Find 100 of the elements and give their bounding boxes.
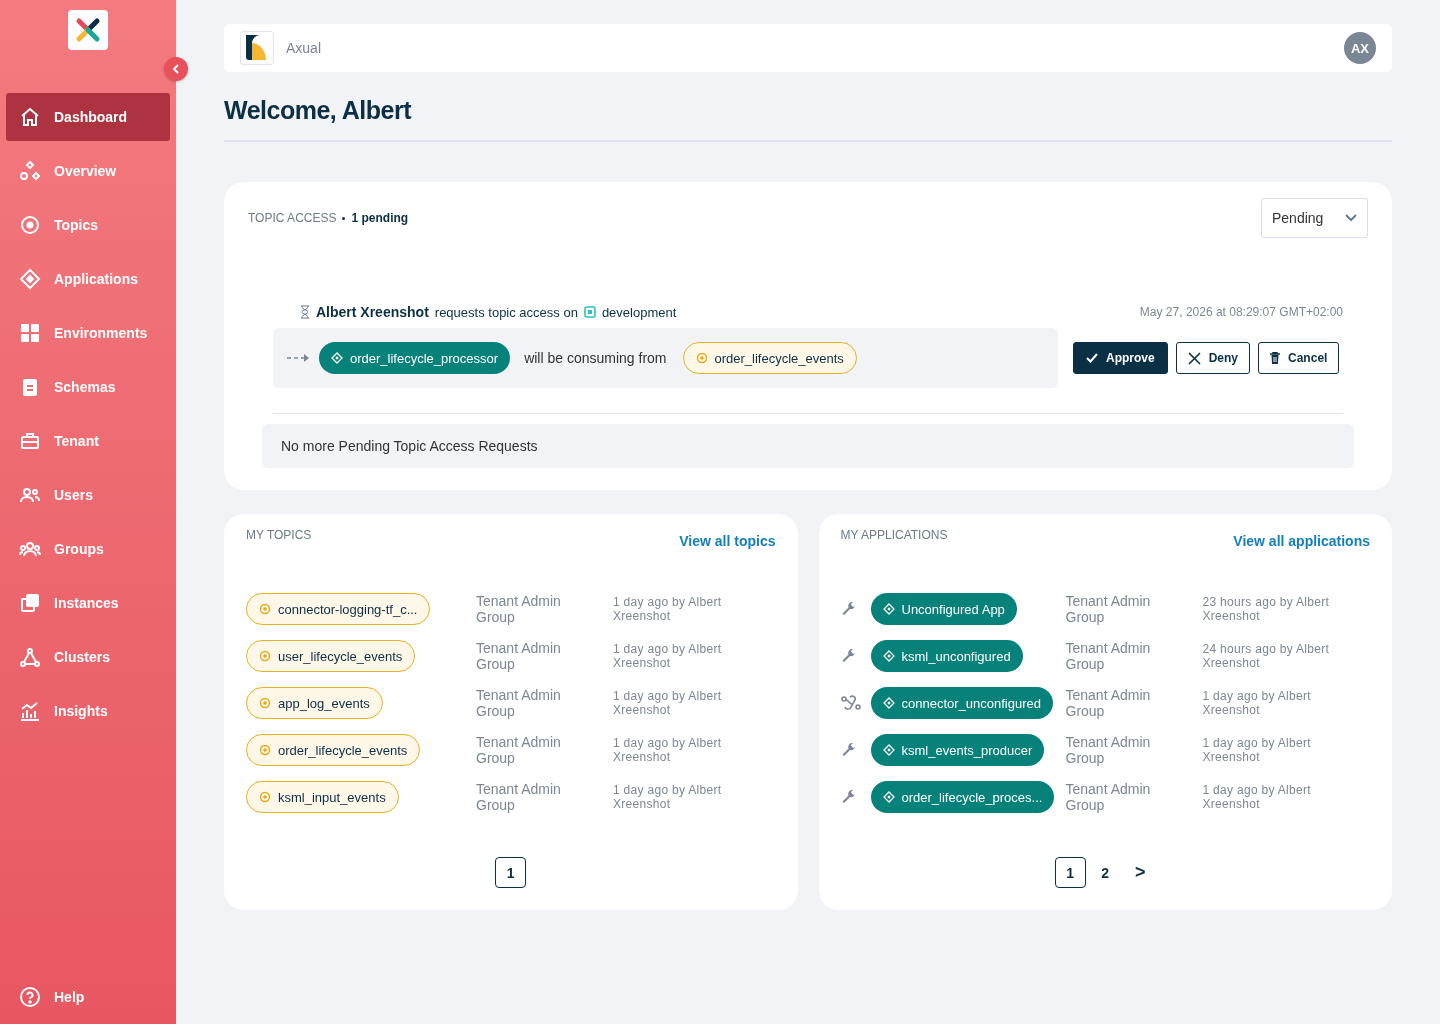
nav-item[interactable]: Tenant: [6, 417, 170, 465]
diamond-icon: [882, 791, 895, 803]
application-chip[interactable]: order_lifecycle_processor: [319, 342, 511, 374]
modified-text: 1 day ago by Albert Xreenshot: [613, 783, 723, 811]
link-icon: [840, 694, 861, 712]
application-chip[interactable]: ksml_unconfigured: [870, 640, 1023, 672]
target-icon: [259, 791, 271, 803]
diamond-icon: [882, 697, 895, 709]
topic-chip[interactable]: user_lifecycle_events: [246, 640, 416, 672]
owner-text: Tenant Admin Group: [476, 640, 562, 672]
target-icon: [695, 352, 708, 364]
owner-text: Tenant Admin Group: [1065, 640, 1152, 672]
modified-text: 1 day ago by Albert Xreenshot: [613, 689, 723, 717]
logo-icon: [68, 10, 108, 50]
nav-item[interactable]: Applications: [6, 255, 170, 303]
chevron-left-icon: [172, 64, 180, 74]
topic-chip[interactable]: order_lifecycle_events: [682, 342, 857, 374]
environment-name: development: [601, 304, 677, 320]
trash-icon: [1270, 352, 1281, 364]
application-chip[interactable]: ksml_events_producer: [870, 734, 1045, 766]
topic-chip[interactable]: order_lifecycle_events: [246, 734, 421, 766]
nav-item[interactable]: Clusters: [6, 633, 170, 681]
deny-button[interactable]: Deny: [1175, 342, 1251, 374]
next-page-button[interactable]: >: [1124, 857, 1156, 888]
nav-item[interactable]: Groups: [6, 525, 170, 573]
wrench-icon: [840, 648, 857, 664]
wrench-icon: [840, 789, 857, 805]
empty-message: No more Pending Topic Access Requests: [262, 424, 1354, 468]
nav-item[interactable]: Instances: [6, 579, 170, 627]
modified-text: 1 day ago by Albert Xreenshot: [1202, 736, 1312, 764]
owner-text: Tenant Admin Group: [476, 734, 562, 766]
target-icon: [259, 744, 271, 756]
tenant-logo-icon: [240, 31, 274, 65]
page-title: Welcome, Albert: [224, 96, 413, 125]
topic-chip[interactable]: ksml_input_events: [246, 781, 399, 813]
hourglass-icon: [300, 305, 310, 319]
diamond-icon: [19, 268, 41, 290]
user-avatar[interactable]: AX: [1344, 32, 1376, 64]
briefcase-icon: [19, 430, 41, 452]
nav-item[interactable]: Environments: [6, 309, 170, 357]
status-dropdown[interactable]: Pending: [1261, 198, 1368, 238]
nav-item[interactable]: Insights: [6, 687, 170, 735]
nav-item[interactable]: Topics: [6, 201, 170, 249]
chart-icon: [19, 700, 41, 722]
owner-text: Tenant Admin Group: [1065, 593, 1152, 625]
topic-chip[interactable]: connector-logging-tf_c...: [246, 593, 431, 625]
requester-name: Albert Xreenshot: [316, 304, 429, 320]
relation-text: will be consuming from: [524, 350, 667, 366]
section-heading: TOPIC ACCESS: [248, 211, 337, 225]
owner-text: Tenant Admin Group: [1065, 687, 1152, 719]
separator-icon: [342, 216, 346, 220]
pending-count: 1 pending: [351, 211, 409, 225]
home-icon: [19, 106, 41, 128]
collapse-button[interactable]: [164, 57, 188, 81]
environment-icon: [583, 306, 596, 318]
request-text: requests topic access on: [434, 304, 578, 320]
modified-text: 1 day ago by Albert Xreenshot: [1202, 783, 1312, 811]
modified-text: 23 hours ago by Albert Xreenshot: [1202, 595, 1331, 623]
owner-text: Tenant Admin Group: [476, 687, 562, 719]
modified-text: 1 day ago by Albert Xreenshot: [1202, 689, 1312, 717]
cancel-button[interactable]: Cancel: [1258, 342, 1340, 374]
network-icon: [19, 646, 41, 668]
page-button[interactable]: 1: [1054, 857, 1086, 888]
modified-text: 1 day ago by Albert Xreenshot: [613, 642, 723, 670]
check-icon: [1086, 353, 1098, 363]
target-icon: [19, 214, 41, 236]
close-icon: [1187, 351, 1201, 365]
view-all-link[interactable]: View all applications: [1233, 533, 1370, 549]
timestamp: May 27, 2026 at 08:29:07 GMT+02:00: [1139, 305, 1343, 319]
owner-text: Tenant Admin Group: [476, 593, 562, 625]
topic-chip[interactable]: app_log_events: [246, 687, 383, 719]
application-chip[interactable]: order_lifecycle_proces...: [870, 781, 1055, 813]
approve-button[interactable]: Approve: [1073, 342, 1168, 374]
shapes-icon: [19, 160, 41, 182]
page-button[interactable]: 2: [1089, 857, 1121, 888]
help-icon: [19, 986, 41, 1008]
modified-text: 1 day ago by Albert Xreenshot: [613, 595, 723, 623]
diamond-icon: [331, 352, 343, 364]
nav-item[interactable]: Dashboard: [6, 93, 170, 141]
nav-item[interactable]: Users: [6, 471, 170, 519]
page-button[interactable]: 1: [495, 857, 527, 888]
chevron-down-icon: [1345, 214, 1357, 222]
section-heading: MY TOPICS: [246, 528, 312, 542]
nav-item[interactable]: Schemas: [6, 363, 170, 411]
diamond-icon: [882, 650, 895, 662]
target-icon: [259, 603, 271, 615]
help-link[interactable]: Help: [6, 973, 170, 1021]
application-chip[interactable]: connector_unconfigured: [870, 687, 1053, 719]
owner-text: Tenant Admin Group: [1065, 734, 1152, 766]
diamond-icon: [882, 603, 895, 615]
diamond-icon: [882, 744, 895, 756]
modified-text: 24 hours ago by Albert Xreenshot: [1202, 642, 1331, 670]
modified-text: 1 day ago by Albert Xreenshot: [613, 736, 723, 764]
owner-text: Tenant Admin Group: [1065, 781, 1152, 813]
wrench-icon: [840, 601, 857, 617]
application-chip[interactable]: Unconfigured App: [870, 593, 1017, 625]
nav-item[interactable]: Overview: [6, 147, 170, 195]
view-all-link[interactable]: View all topics: [679, 533, 776, 549]
grid-icon: [19, 322, 41, 344]
owner-text: Tenant Admin Group: [476, 781, 562, 813]
